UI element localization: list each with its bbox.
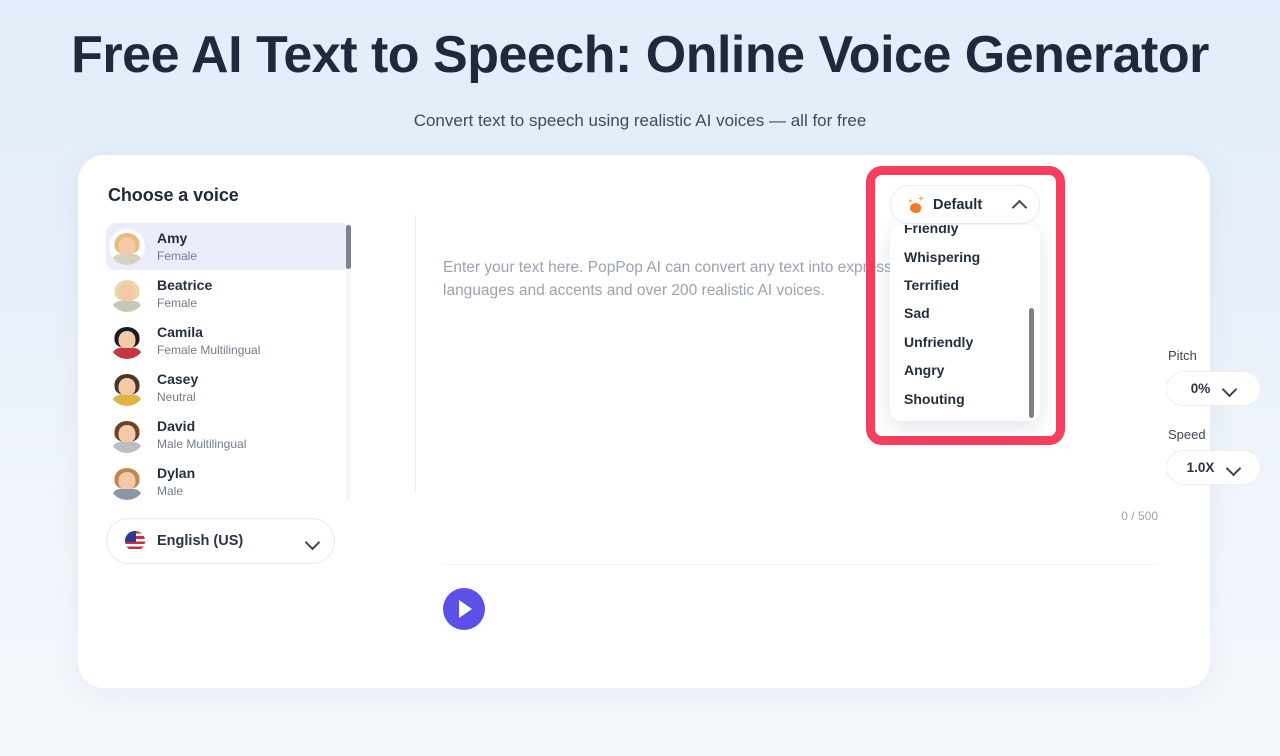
pitch-value: 0% bbox=[1190, 381, 1211, 396]
emotion-menu-scrollbar-track[interactable] bbox=[1029, 225, 1037, 421]
avatar bbox=[109, 275, 145, 312]
voice-list[interactable]: Amy Female Beatrice Female Camila Female Mult… bbox=[106, 223, 351, 500]
speed-value: 1.0X bbox=[1186, 460, 1215, 475]
language-select[interactable]: English (US) bbox=[106, 518, 335, 564]
play-button[interactable] bbox=[443, 588, 485, 630]
editor-divider bbox=[415, 215, 416, 492]
avatar bbox=[109, 416, 145, 453]
pitch-select[interactable]: 0% bbox=[1166, 371, 1261, 406]
voice-list-item[interactable]: Dylan Male bbox=[106, 458, 351, 500]
avatar bbox=[109, 322, 145, 359]
voice-name: Dylan bbox=[157, 464, 196, 481]
voice-name: David bbox=[157, 417, 196, 434]
emotion-dropdown-menu[interactable]: Friendly Whispering Terrified Sad Unfriendly… bbox=[890, 225, 1040, 421]
voice-list-item[interactable]: Camila Female Multilingual bbox=[106, 317, 351, 364]
voice-gender: Neutral bbox=[157, 389, 196, 404]
chevron-down-icon bbox=[1223, 382, 1236, 395]
audio-controls: Pitch 0% Speed 1.0X bbox=[1166, 348, 1262, 485]
avatar bbox=[109, 463, 145, 500]
editor-bottom-divider bbox=[443, 564, 1158, 565]
voice-list-item[interactable]: Casey Neutral bbox=[106, 364, 351, 411]
voice-list-scrollbar-thumb[interactable] bbox=[346, 225, 351, 269]
emotion-option[interactable]: Sad bbox=[890, 299, 1040, 327]
voice-list-item[interactable]: Beatrice Female bbox=[106, 270, 351, 317]
chevron-up-icon bbox=[1013, 198, 1026, 211]
avatar bbox=[109, 228, 145, 265]
voice-gender: Male bbox=[157, 483, 184, 498]
us-flag-icon bbox=[124, 530, 146, 552]
sparkle-icon bbox=[907, 195, 925, 214]
voice-panel-title: Choose a voice bbox=[108, 185, 239, 205]
voice-name: Amy bbox=[157, 229, 188, 246]
speed-label: Speed bbox=[1168, 427, 1206, 442]
voice-list-item[interactable]: David Male Multilingual bbox=[106, 411, 351, 458]
emotion-option[interactable]: Friendly bbox=[890, 225, 1040, 242]
text-editor-area: Enter your text here. PopPop AI can conv… bbox=[415, 185, 1184, 662]
character-counter: 0 / 500 bbox=[1121, 509, 1158, 523]
emotion-option[interactable]: Angry bbox=[890, 356, 1040, 384]
emotion-menu-scrollbar-thumb[interactable] bbox=[1029, 308, 1034, 418]
voice-list-item[interactable]: Amy Female bbox=[106, 223, 351, 270]
avatar bbox=[109, 369, 145, 406]
voice-gender: Female bbox=[157, 295, 198, 310]
main-card: Choose a voice Amy Female Beatrice Female Ca… bbox=[78, 155, 1261, 688]
voice-panel: Choose a voice Amy Female Beatrice Female Ca… bbox=[106, 185, 378, 564]
emotion-control: Default Friendly Whispering Terrified Sad Un… bbox=[890, 185, 1040, 421]
voice-name: Camila bbox=[157, 323, 203, 340]
chevron-down-icon bbox=[306, 535, 319, 548]
voice-name: Casey bbox=[157, 370, 199, 387]
chevron-down-icon bbox=[1227, 461, 1240, 474]
emotion-option[interactable]: Unfriendly bbox=[890, 328, 1040, 356]
emotion-dropdown-button[interactable]: Default bbox=[890, 185, 1040, 224]
voice-list-scrollbar-track[interactable] bbox=[346, 223, 351, 500]
voice-gender: Female Multilingual bbox=[157, 342, 261, 357]
voice-gender: Female bbox=[157, 248, 198, 263]
emotion-option[interactable]: Shouting bbox=[890, 384, 1040, 412]
voice-gender: Male Multilingual bbox=[157, 436, 247, 451]
voice-name: Beatrice bbox=[157, 276, 213, 293]
page-title: Free AI Text to Speech: Online Voice Gen… bbox=[71, 26, 1209, 84]
emotion-selected-label: Default bbox=[933, 196, 983, 213]
pitch-label: Pitch bbox=[1168, 348, 1197, 363]
speed-select[interactable]: 1.0X bbox=[1166, 450, 1261, 485]
emotion-option[interactable]: Whispering bbox=[890, 242, 1040, 270]
page-header: Free AI Text to Speech: Online Voice Gen… bbox=[0, 0, 1280, 132]
language-select-label: English (US) bbox=[157, 533, 244, 549]
page-subtitle: Convert text to speech using realistic A… bbox=[413, 111, 867, 130]
emotion-option[interactable]: Terrified bbox=[890, 271, 1040, 299]
